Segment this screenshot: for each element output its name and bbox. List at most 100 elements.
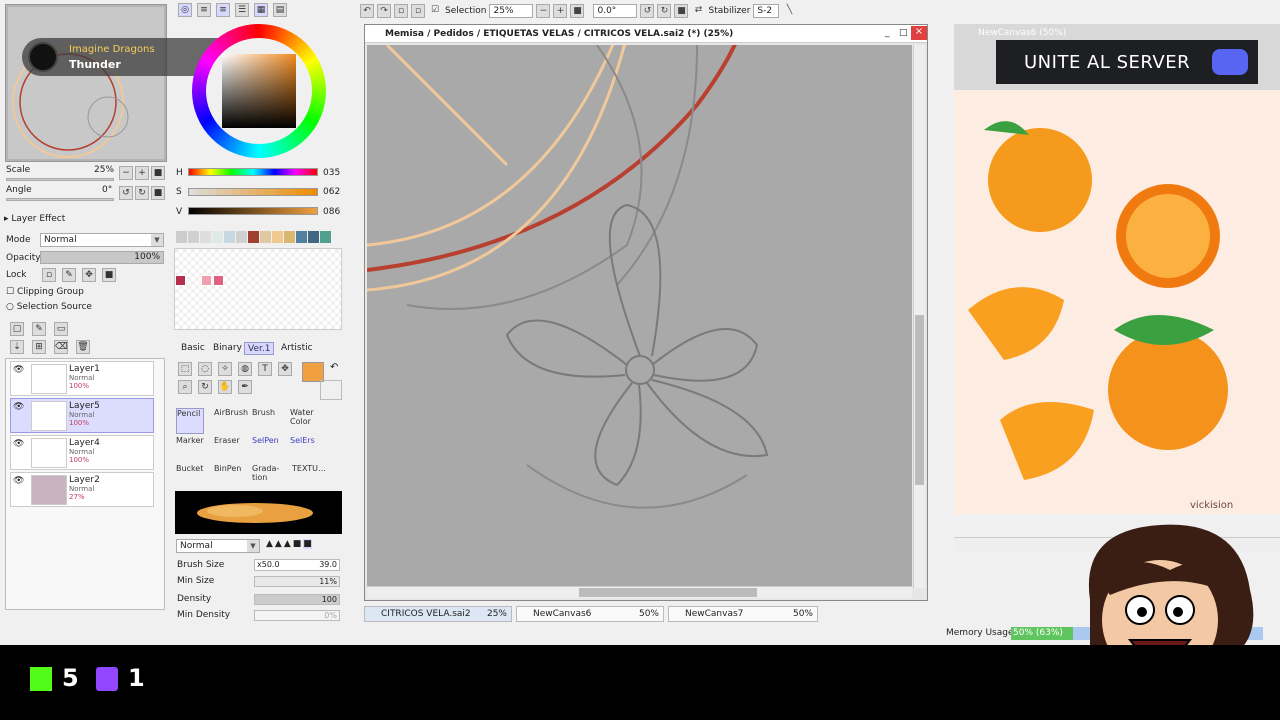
- lasso-icon[interactable]: ◌: [198, 362, 212, 376]
- swatches-mode-icon[interactable]: ▦: [254, 3, 268, 17]
- tab-artistic[interactable]: Artistic: [278, 342, 316, 355]
- vertical-scroll-thumb[interactable]: [915, 315, 924, 485]
- selection-source-checkbox[interactable]: ○ Selection Source: [6, 302, 92, 312]
- layer-item-selected[interactable]: 👁 Layer5 Normal 100%: [10, 398, 154, 433]
- brush-texture[interactable]: TEXTU...: [292, 464, 326, 490]
- brush-brush[interactable]: Brush: [252, 408, 280, 434]
- rotate-cw-icon[interactable]: ↻: [657, 4, 672, 18]
- tab-basic[interactable]: Basic: [178, 342, 208, 355]
- scratchpad-mode-icon[interactable]: ▤: [273, 3, 287, 17]
- eye-icon[interactable]: 👁: [13, 402, 24, 412]
- brush-marker[interactable]: Marker: [176, 436, 204, 462]
- layer-item[interactable]: 👁 Layer1 Normal 100%: [10, 361, 154, 396]
- density-slider[interactable]: 100: [254, 594, 340, 605]
- new-layer-icon[interactable]: ▢: [10, 322, 24, 336]
- eye-icon[interactable]: 👁: [13, 365, 24, 375]
- zoom-out-button[interactable]: −: [119, 166, 133, 180]
- brush-bucket[interactable]: Bucket: [176, 464, 204, 490]
- move-icon[interactable]: ✥: [278, 362, 292, 376]
- vertical-scrollbar[interactable]: [913, 45, 925, 588]
- new-linework-layer-icon[interactable]: ✎: [32, 322, 46, 336]
- straight-line-icon[interactable]: ╲: [782, 4, 796, 18]
- delete-layer-icon[interactable]: 🗑: [76, 340, 90, 354]
- new-folder-icon[interactable]: ▭: [54, 322, 68, 336]
- swatch-grid[interactable]: [174, 248, 342, 330]
- shape-square-icon[interactable]: ■: [293, 539, 302, 549]
- min-density-slider[interactable]: 0%: [254, 610, 340, 621]
- rotation-select[interactable]: 0.0°: [593, 4, 638, 18]
- shape-square-selected-icon[interactable]: ■: [303, 539, 312, 549]
- brush-watercolor[interactable]: Water Color: [290, 408, 326, 434]
- secondary-color-swatch[interactable]: [320, 380, 342, 400]
- shape-triangle-icon[interactable]: ▲: [275, 539, 282, 549]
- rotate-left-button[interactable]: ↺: [119, 186, 133, 200]
- layer-item[interactable]: 👁 Layer2 Normal 27%: [10, 472, 154, 507]
- transfer-down-icon[interactable]: ⇣: [10, 340, 24, 354]
- undo-icon[interactable]: ↶: [360, 4, 374, 18]
- maximize-icon[interactable]: □: [899, 28, 908, 38]
- fill-icon[interactable]: ◍: [238, 362, 252, 376]
- lock-paint-icon[interactable]: ✎: [62, 268, 76, 282]
- zoom-minus-icon[interactable]: −: [536, 4, 551, 18]
- rotate-right-button[interactable]: ↻: [135, 186, 149, 200]
- rotate-reset-button[interactable]: ■: [151, 186, 165, 200]
- layer-effect-title[interactable]: ▸ Layer Effect: [4, 214, 65, 224]
- doc-tab-citricos[interactable]: CITRICOS VELA.sai2 25%: [364, 606, 512, 622]
- eye-icon[interactable]: 👁: [13, 476, 24, 486]
- hand-icon[interactable]: ✋: [218, 380, 232, 394]
- lock-move-icon[interactable]: ✥: [82, 268, 96, 282]
- zoom-in-button[interactable]: +: [135, 166, 149, 180]
- min-size-slider[interactable]: 11%: [254, 576, 340, 587]
- brush-binpen[interactable]: BinPen: [214, 464, 242, 490]
- saturation-slider[interactable]: [188, 188, 318, 196]
- brush-gradation[interactable]: Grada-tion: [252, 464, 280, 490]
- brush-size-slider[interactable]: x50.0 39.0: [254, 559, 340, 571]
- text-icon[interactable]: T: [258, 362, 272, 376]
- layer-mode-select[interactable]: Normal ▼: [40, 233, 164, 247]
- horizontal-scroll-thumb[interactable]: [579, 588, 757, 597]
- tab-binary[interactable]: Binary: [210, 342, 245, 355]
- scale-slider[interactable]: [6, 178, 114, 181]
- brush-selers[interactable]: SelErs: [290, 436, 318, 462]
- zoom-select[interactable]: 25%: [489, 4, 534, 18]
- brush-eraser[interactable]: Eraser: [214, 436, 242, 462]
- rgb-slider-mode-icon[interactable]: ≡: [197, 3, 211, 17]
- zoom-icon[interactable]: ⌕: [178, 380, 192, 394]
- clear-layer-icon[interactable]: ⌫: [54, 340, 68, 354]
- rotate-ccw-icon[interactable]: ↺: [640, 4, 655, 18]
- zoom-fit-icon[interactable]: ■: [570, 4, 585, 18]
- brush-airbrush[interactable]: AirBrush: [214, 408, 248, 434]
- horizontal-scrollbar[interactable]: [367, 586, 912, 598]
- drawing-canvas[interactable]: [367, 45, 912, 588]
- layer-list[interactable]: 👁 Layer1 Normal 100% 👁 Layer5 Normal 100…: [5, 358, 165, 610]
- show-selection-checkbox[interactable]: ☑: [428, 4, 442, 18]
- redo-icon[interactable]: ↷: [377, 4, 391, 18]
- eye-icon[interactable]: 👁: [13, 439, 24, 449]
- doc-tab-newcanvas6[interactable]: NewCanvas6 50%: [516, 606, 664, 622]
- deselect-icon[interactable]: ▫: [394, 4, 408, 18]
- angle-slider[interactable]: [6, 198, 114, 201]
- minimize-icon[interactable]: _: [885, 28, 890, 38]
- hue-slider[interactable]: [188, 168, 318, 176]
- reference-tab-title[interactable]: NewCanvas6 (50%): [978, 28, 1066, 38]
- stabilizer-select[interactable]: S-2: [753, 4, 780, 18]
- rect-select-icon[interactable]: ⬚: [178, 362, 192, 376]
- shape-triangle-small-icon[interactable]: ▲: [266, 539, 273, 549]
- recent-colors-strip[interactable]: [176, 231, 336, 243]
- brush-selpen[interactable]: SelPen: [252, 436, 280, 462]
- swap-colors-icon[interactable]: ↶: [330, 362, 338, 373]
- close-icon[interactable]: ×: [911, 26, 927, 40]
- primary-color-swatch[interactable]: [302, 362, 324, 382]
- color-palette-mode-icon[interactable]: ☰: [235, 3, 249, 17]
- tab-ver1[interactable]: Ver.1: [244, 342, 275, 355]
- hsv-slider-mode-icon[interactable]: ≡: [216, 3, 230, 17]
- zoom-reset-button[interactable]: ■: [151, 166, 165, 180]
- brush-blend-select[interactable]: Normal ▼: [176, 539, 260, 553]
- magic-wand-icon[interactable]: ✧: [218, 362, 232, 376]
- opacity-slider[interactable]: 100%: [40, 251, 164, 264]
- zoom-plus-icon[interactable]: +: [553, 4, 568, 18]
- color-wheel-mode-icon[interactable]: ◎: [178, 3, 192, 17]
- merge-down-icon[interactable]: ⊞: [32, 340, 46, 354]
- saturation-value-square[interactable]: [222, 54, 296, 128]
- eyedropper-icon[interactable]: ✒: [238, 380, 252, 394]
